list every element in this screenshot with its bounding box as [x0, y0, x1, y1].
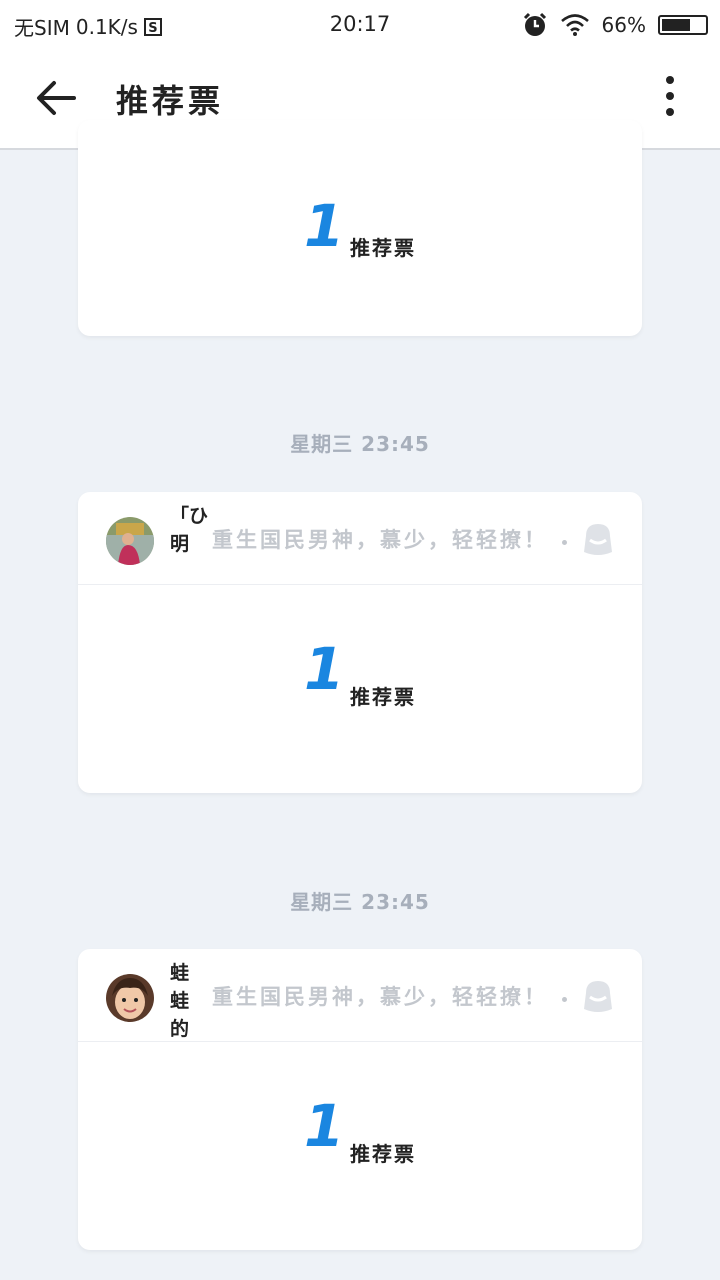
- username[interactable]: 「ひ明: [170, 502, 208, 558]
- vote-unit: 推荐票: [350, 685, 416, 709]
- status-right: 66%: [522, 12, 708, 38]
- vote-unit: 推荐票: [350, 236, 416, 260]
- card-body: 1 推荐票: [78, 120, 642, 336]
- timestamp: 星期三 23:45: [290, 890, 430, 914]
- timestamp: 星期三 23:45: [290, 432, 430, 456]
- page-title: 推荐票: [116, 82, 225, 120]
- battery-icon: [658, 15, 708, 35]
- card-body: 1 推荐票: [78, 585, 642, 793]
- status-bar: 无SIM 0.1K/s S 20:17 66%: [0, 0, 720, 48]
- separator-dot: [562, 540, 567, 545]
- card-header: 蛙蛙的 重生国民男神，慕少，轻轻撩！: [78, 949, 642, 1042]
- vote-count: 1: [304, 192, 345, 260]
- arrow-left-icon: [37, 81, 76, 115]
- vote-unit: 推荐票: [350, 1142, 416, 1166]
- avatar[interactable]: [106, 974, 154, 1022]
- wifi-icon: [560, 14, 589, 36]
- more-vertical-icon: [666, 76, 674, 84]
- avatar[interactable]: [106, 517, 154, 565]
- vote-count: 1: [304, 635, 345, 703]
- vote-card[interactable]: 「ひ明 重生国民男神，慕少，轻轻撩！ 1 推荐票: [78, 492, 642, 793]
- ghost-icon: [584, 524, 612, 555]
- vote-card[interactable]: 1 推荐票: [78, 120, 642, 336]
- book-title[interactable]: 重生国民男神，慕少，轻轻撩！: [212, 981, 548, 1011]
- battery-percent: 66%: [601, 13, 646, 37]
- more-options-button[interactable]: [660, 76, 680, 120]
- separator-dot: [562, 997, 567, 1002]
- alarm-icon: [523, 12, 546, 36]
- avatar-image: [106, 974, 154, 1022]
- username[interactable]: 蛙蛙的: [170, 959, 194, 1043]
- book-title[interactable]: 重生国民男神，慕少，轻轻撩！: [212, 524, 548, 554]
- ghost-icon: [584, 981, 612, 1012]
- card-body: 1 推荐票: [78, 1042, 642, 1250]
- vote-card[interactable]: 蛙蛙的 重生国民男神，慕少，轻轻撩！ 1 推荐票: [78, 949, 642, 1250]
- back-button[interactable]: [30, 72, 82, 124]
- vote-count: 1: [304, 1092, 345, 1160]
- avatar-image: [106, 517, 154, 565]
- battery-fill: [662, 19, 690, 31]
- card-header: 「ひ明 重生国民男神，慕少，轻轻撩！: [78, 492, 642, 585]
